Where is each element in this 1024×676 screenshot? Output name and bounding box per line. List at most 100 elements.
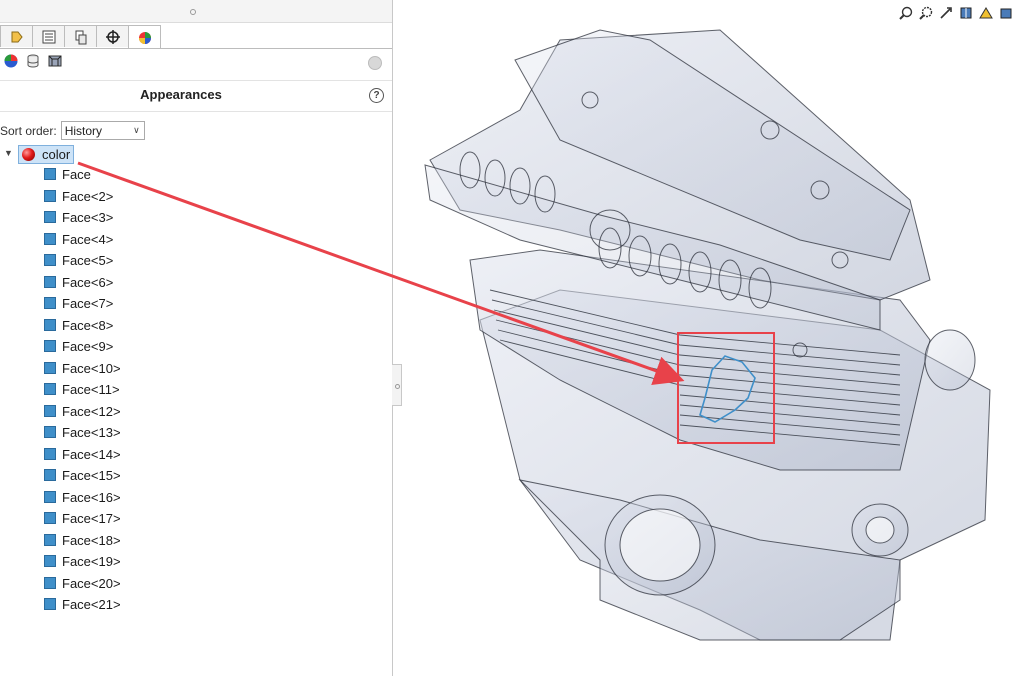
face-label: Face<12> bbox=[62, 403, 121, 419]
engine-model[interactable] bbox=[402, 0, 1024, 676]
tree-face-item[interactable]: Face<13> bbox=[0, 422, 392, 444]
face-icon bbox=[44, 340, 56, 352]
face-list: Face Face<2> Face<3> Face<4> Face<5> Fac… bbox=[0, 164, 392, 616]
panel-collapse-handle[interactable] bbox=[392, 364, 402, 406]
panel-grip[interactable] bbox=[0, 0, 392, 23]
tree-face-item[interactable]: Face<15> bbox=[0, 465, 392, 487]
face-icon bbox=[44, 533, 56, 546]
tab-configuration-manager[interactable] bbox=[64, 25, 97, 47]
face-label: Face<21> bbox=[62, 597, 121, 612]
zoom-to-fit-icon[interactable] bbox=[898, 6, 914, 20]
face-label: Face<9> bbox=[62, 339, 114, 354]
appearance-tree: ▼ color Face Face<2> Face<3> Face<4> Fac… bbox=[0, 144, 392, 616]
face-icon bbox=[44, 168, 56, 180]
tree-face-item[interactable]: Face<4> bbox=[0, 229, 392, 251]
tree-face-item[interactable]: Face bbox=[0, 164, 392, 186]
face-icon bbox=[44, 383, 56, 395]
face-icon bbox=[44, 555, 56, 567]
sort-order-select[interactable]: History ∨ bbox=[60, 121, 145, 140]
appearances-panel: Appearances ? Sort order: History ∨ ▼ co… bbox=[0, 0, 393, 676]
appearance-sphere-icon bbox=[4, 54, 18, 68]
face-label: Face<17> bbox=[62, 511, 121, 526]
display-manager-icon bbox=[138, 31, 151, 44]
tree-face-item[interactable]: Face<16> bbox=[0, 487, 392, 509]
tab-display-manager[interactable] bbox=[128, 25, 161, 49]
tab-property-manager[interactable] bbox=[32, 25, 65, 47]
face-icon bbox=[44, 404, 56, 417]
view-orientation-icon[interactable] bbox=[978, 6, 994, 20]
display-style-icon[interactable] bbox=[998, 6, 1014, 20]
face-label: Face<11> bbox=[62, 382, 120, 397]
tree-face-item[interactable]: Face<7> bbox=[0, 293, 392, 315]
face-label: Face<14> bbox=[62, 446, 121, 462]
tree-face-item[interactable]: Face<8> bbox=[0, 315, 392, 337]
face-icon bbox=[44, 297, 56, 309]
face-icon bbox=[44, 318, 56, 331]
panel-header: Appearances ? bbox=[0, 80, 392, 112]
face-label: Face<3> bbox=[62, 210, 114, 225]
zoom-to-area-icon[interactable] bbox=[918, 6, 934, 20]
tree-face-item[interactable]: Face<12> bbox=[0, 401, 392, 423]
face-label: Face<18> bbox=[62, 532, 121, 548]
face-label: Face<4> bbox=[62, 231, 114, 247]
help-icon[interactable]: ? bbox=[369, 88, 384, 103]
face-icon bbox=[44, 275, 56, 288]
tree-face-item[interactable]: Face<17> bbox=[0, 508, 392, 530]
face-icon bbox=[44, 361, 56, 374]
tree-face-item[interactable]: Face<9> bbox=[0, 336, 392, 358]
tree-face-item[interactable]: Face<19> bbox=[0, 551, 392, 573]
display-subtoolbar bbox=[2, 52, 64, 70]
dimxpert-icon bbox=[105, 29, 120, 44]
tree-face-item[interactable]: Face<20> bbox=[0, 573, 392, 595]
sort-order-value: History bbox=[64, 123, 103, 138]
face-label: Face<8> bbox=[62, 317, 114, 333]
face-icon bbox=[44, 598, 56, 610]
tab-dimxpert[interactable] bbox=[96, 25, 129, 47]
tree-face-item[interactable]: Face<14> bbox=[0, 444, 392, 466]
tree-root-label: color bbox=[42, 147, 71, 162]
sort-order-label: Sort order: bbox=[0, 123, 57, 138]
pin-icon[interactable] bbox=[368, 56, 382, 70]
red-sphere-icon bbox=[22, 148, 35, 161]
face-icon bbox=[44, 490, 56, 503]
heads-up-view-toolbar bbox=[898, 6, 1014, 20]
tree-root-item[interactable]: ▼ color bbox=[0, 144, 392, 164]
tab-feature-manager[interactable] bbox=[0, 25, 33, 47]
face-icon bbox=[44, 189, 56, 202]
face-label: Face<2> bbox=[62, 188, 114, 204]
section-view-icon[interactable] bbox=[958, 6, 974, 20]
tree-face-item[interactable]: Face<18> bbox=[0, 530, 392, 552]
face-label: Face<15> bbox=[62, 468, 121, 483]
previous-view-icon[interactable] bbox=[938, 6, 954, 20]
face-icon bbox=[44, 254, 56, 266]
face-icon bbox=[44, 447, 56, 460]
collapse-triangle-icon[interactable]: ▼ bbox=[4, 148, 13, 158]
tree-face-item[interactable]: Face<21> bbox=[0, 594, 392, 616]
face-icon bbox=[44, 512, 56, 524]
tree-face-item[interactable]: Face<10> bbox=[0, 358, 392, 380]
face-label: Face<7> bbox=[62, 296, 114, 311]
appearances-subtab[interactable] bbox=[2, 52, 20, 70]
face-label: Face bbox=[62, 167, 91, 182]
face-label: Face<16> bbox=[62, 489, 121, 505]
face-label: Face<10> bbox=[62, 360, 121, 376]
tree-face-item[interactable]: Face<3> bbox=[0, 207, 392, 229]
property-manager-icon bbox=[42, 30, 55, 43]
chevron-down-icon: ∨ bbox=[133, 125, 140, 135]
tree-face-item[interactable]: Face<5> bbox=[0, 250, 392, 272]
face-label: Face<5> bbox=[62, 253, 114, 268]
scene-subtab[interactable] bbox=[46, 52, 64, 70]
face-label: Face<20> bbox=[62, 575, 121, 591]
face-label: Face<19> bbox=[62, 554, 121, 569]
tree-face-item[interactable]: Face<11> bbox=[0, 379, 392, 401]
scene-icon bbox=[48, 55, 62, 67]
page-title: Appearances bbox=[140, 87, 222, 102]
tree-face-item[interactable]: Face<6> bbox=[0, 272, 392, 294]
face-icon bbox=[44, 426, 56, 438]
face-icon bbox=[44, 576, 56, 589]
graphics-viewport[interactable] bbox=[402, 0, 1024, 676]
decals-subtab[interactable] bbox=[24, 52, 42, 70]
face-label: Face<13> bbox=[62, 425, 121, 440]
feature-manager-icon bbox=[11, 31, 23, 42]
tree-face-item[interactable]: Face<2> bbox=[0, 186, 392, 208]
